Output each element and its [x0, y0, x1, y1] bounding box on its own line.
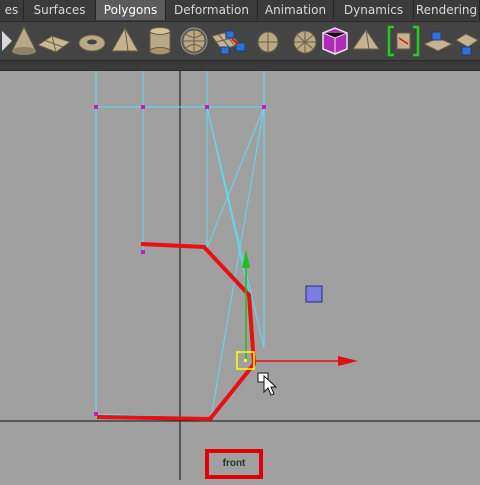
camera-label-box: front	[205, 449, 263, 479]
smooth-proxy-icon[interactable]	[352, 29, 380, 50]
tab-polygons[interactable]: Polygons	[96, 0, 166, 20]
viewport-canvas[interactable]	[0, 71, 480, 480]
sphere-icon[interactable]	[180, 27, 208, 55]
selected-edges[interactable]	[96, 242, 257, 422]
extrude-edge-icon[interactable]	[455, 33, 479, 56]
pivot-point	[244, 359, 247, 362]
cylinder-icon[interactable]	[149, 27, 171, 55]
bevel-icon[interactable]	[322, 27, 348, 55]
cone-icon[interactable]	[11, 25, 37, 55]
shelf-tabs: es Surfaces Polygons Deformation Animation Dy…	[0, 0, 480, 22]
shelf-toolbar	[0, 22, 480, 61]
x-arrow-icon[interactable]	[338, 356, 358, 366]
torus-icon[interactable]	[78, 34, 106, 52]
shelf-icons	[2, 25, 479, 57]
tab-animation[interactable]: Animation	[258, 0, 334, 20]
separate-icon[interactable]	[257, 31, 279, 53]
tab-deformation[interactable]: Deformation	[166, 0, 258, 20]
tab-es[interactable]: es	[0, 0, 24, 20]
tab-surfaces[interactable]: Surfaces	[24, 0, 96, 20]
extrude-face-icon[interactable]	[422, 31, 454, 52]
poly-sphere-icon[interactable]	[293, 30, 317, 54]
tab-rendering[interactable]: Rendering	[414, 0, 480, 20]
split-polygon-icon[interactable]	[387, 25, 420, 57]
plane-icon[interactable]	[36, 35, 72, 53]
shelf-divider	[0, 61, 480, 71]
locator-marker[interactable]	[305, 285, 323, 303]
shelf-arrow-icon[interactable]	[2, 31, 12, 51]
pyramid-icon[interactable]	[111, 26, 139, 52]
tab-dynamics[interactable]: Dynamics	[334, 0, 414, 20]
viewport-front[interactable]: front	[0, 71, 480, 480]
camera-label: front	[222, 458, 246, 469]
mouse-cursor-icon	[257, 372, 278, 396]
